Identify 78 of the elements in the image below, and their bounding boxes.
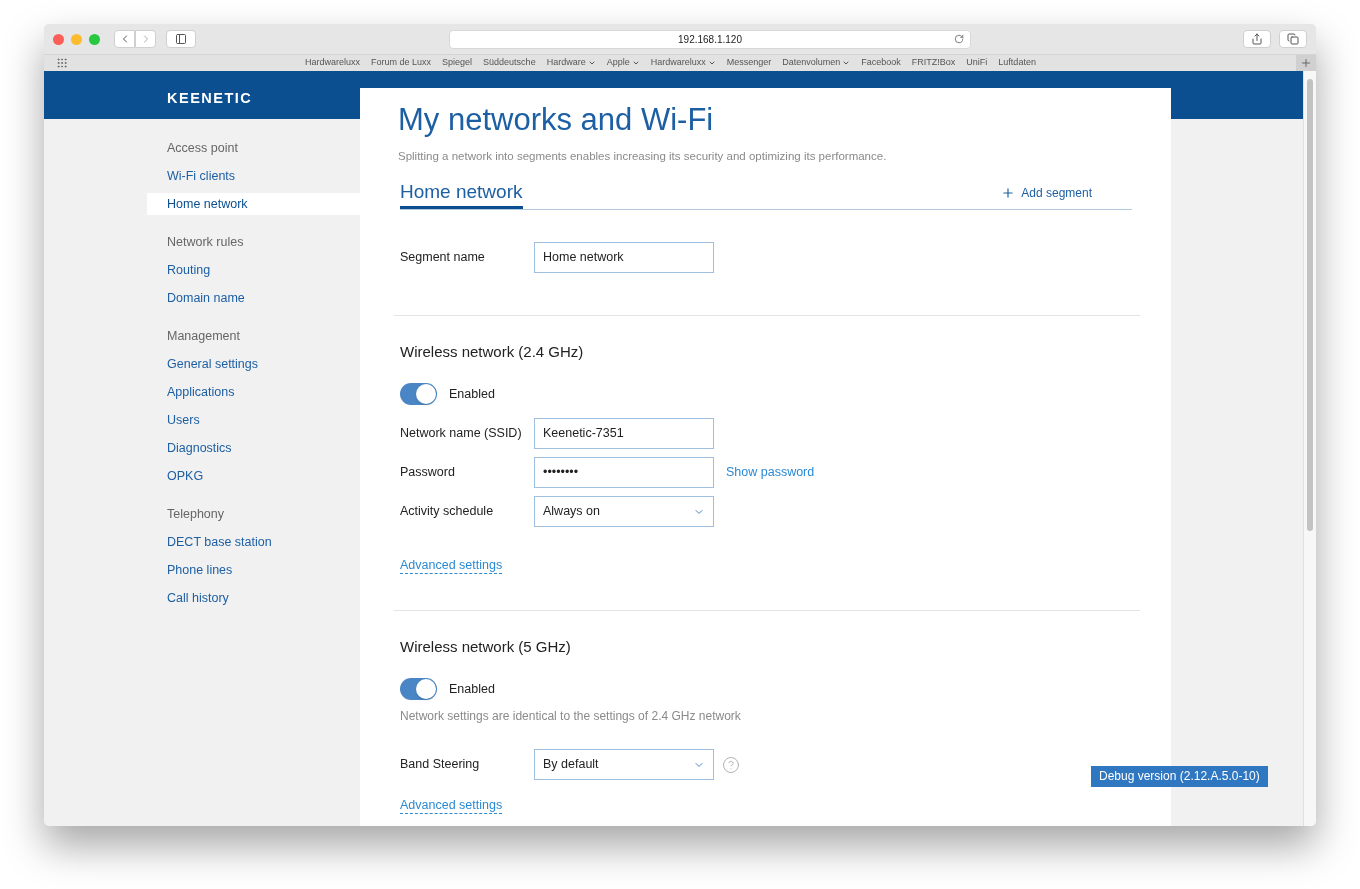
bookmark-link[interactable]: Facebook <box>861 56 901 70</box>
select-field[interactable]: Always on <box>534 496 714 528</box>
bookmark-link[interactable]: Spiegel <box>442 56 473 70</box>
help-icon[interactable] <box>722 755 740 774</box>
grid-icon[interactable] <box>56 57 68 69</box>
bookmark-link[interactable]: Datenvolumen <box>782 56 851 70</box>
field-label: Segment name <box>400 249 486 267</box>
toggle-label: Enabled <box>449 385 495 403</box>
sidebar-item[interactable]: Diagnostics <box>147 437 360 459</box>
sidebar-heading: Network rules <box>166 234 245 251</box>
minimize-icon[interactable] <box>71 33 82 45</box>
sidebar-item[interactable]: Applications <box>147 381 360 403</box>
sidebar-item[interactable]: Wi-Fi clients <box>147 165 360 187</box>
maximize-icon[interactable] <box>89 33 100 45</box>
forward-button[interactable] <box>135 30 156 48</box>
show-password-link[interactable]: Show password <box>726 463 815 483</box>
scrollbar[interactable] <box>1303 71 1316 826</box>
select-field[interactable]: By default <box>534 749 714 781</box>
sidebar-item[interactable]: Domain name <box>147 287 360 309</box>
sidebar-heading: Access point <box>166 140 239 157</box>
bookmark-link[interactable]: Hardwareluxx <box>650 56 716 70</box>
password-field[interactable]: •••••••• <box>534 457 714 489</box>
bookmark-link[interactable]: Hardwareluxx <box>305 56 361 70</box>
field-label: Activity schedule <box>400 503 495 521</box>
sidebar-heading: Management <box>166 328 241 345</box>
add-segment-link[interactable]: Add segment <box>1001 184 1092 203</box>
section-note: Network settings are identical to the settings of 2.4 GHz network <box>400 708 742 726</box>
reload-icon[interactable] <box>954 34 964 44</box>
bookmark-link[interactable]: Hardware <box>546 56 596 70</box>
debug-badge: Debug version (2.12.A.5.0-10) <box>1091 766 1268 787</box>
chevron-down-icon <box>842 59 851 67</box>
chevron-down-icon <box>631 59 640 67</box>
chevron-down-icon <box>707 59 716 67</box>
chevron-down-icon <box>587 59 596 67</box>
page-title: My networks and Wi-Fi <box>398 102 715 138</box>
bookmark-link[interactable]: Luftdaten <box>998 56 1036 70</box>
input-field[interactable]: Home network <box>534 242 714 274</box>
plus-icon <box>1001 186 1016 201</box>
field-label: Network name (SSID) <box>400 425 523 443</box>
sidebar-item[interactable]: DECT base station <box>147 531 360 553</box>
sidebar-heading: Telephony <box>166 506 225 523</box>
new-tab-button[interactable] <box>1296 55 1316 71</box>
bookmark-link[interactable]: Süddeutsche <box>483 56 536 70</box>
bookmark-link[interactable]: Apple <box>606 56 640 70</box>
tabs-icon <box>1287 33 1299 45</box>
share-icon <box>1251 33 1263 45</box>
bookmark-link[interactable]: UniFi <box>966 56 988 70</box>
address-bar[interactable]: 192.168.1.120 <box>449 29 971 49</box>
toggle-label: Enabled <box>449 680 495 698</box>
plus-icon <box>1300 57 1312 69</box>
toggle-switch[interactable] <box>400 383 437 406</box>
advanced-settings-link[interactable]: Advanced settings <box>400 798 503 815</box>
back-button[interactable] <box>114 30 135 48</box>
toggle-switch[interactable] <box>400 678 437 701</box>
bookmark-link[interactable]: Forum de Luxx <box>371 56 432 70</box>
bookmark-link[interactable]: FRITZ!Box <box>911 56 956 70</box>
sidebar-icon <box>175 33 187 45</box>
bookmark-link[interactable]: Messenger <box>726 56 772 70</box>
share-button[interactable] <box>1243 30 1271 48</box>
sidebar-item[interactable]: Routing <box>147 259 360 281</box>
logo: KEENETIC <box>166 89 254 107</box>
segment-tab[interactable]: Home network <box>400 180 523 210</box>
field-label: Password <box>400 464 456 482</box>
sidebar-item[interactable]: Phone lines <box>147 559 360 581</box>
sidebar-button[interactable] <box>166 30 196 48</box>
advanced-settings-link[interactable]: Advanced settings <box>400 558 503 575</box>
sidebar-item[interactable]: Home network <box>147 193 360 215</box>
field-label: Band Steering <box>400 756 481 774</box>
close-icon[interactable] <box>53 33 64 45</box>
input-field[interactable]: Keenetic-7351 <box>534 418 714 450</box>
sidebar-item[interactable]: Users <box>147 409 360 431</box>
sidebar-item[interactable]: General settings <box>147 353 360 375</box>
section-title: Wireless network (2.4 GHz) <box>400 342 585 363</box>
page-subtitle: Splitting a network into segments enables increasing its security and optimizing its performance. <box>398 149 888 164</box>
tabs-button[interactable] <box>1279 30 1307 48</box>
sidebar-item[interactable]: Call history <box>147 587 360 609</box>
section-title: Wireless network (5 GHz) <box>400 637 572 658</box>
sidebar-item[interactable]: OPKG <box>147 465 360 487</box>
